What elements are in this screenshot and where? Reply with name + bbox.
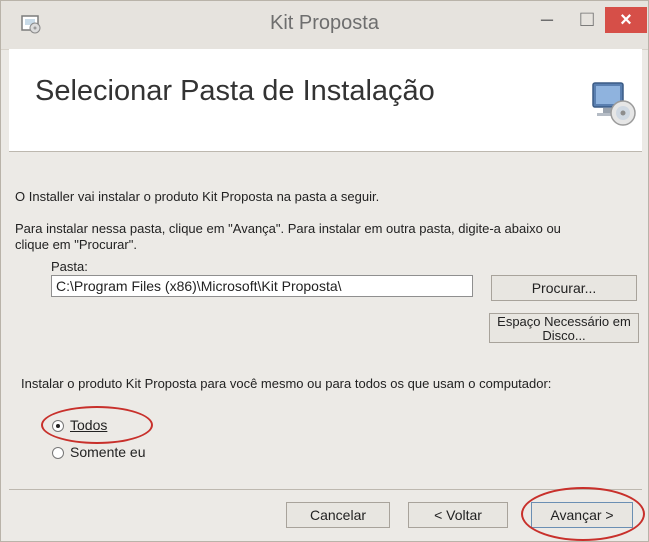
close-button[interactable]: ×	[605, 7, 647, 33]
header-panel: Selecionar Pasta de Instalação	[9, 49, 642, 151]
installer-window: Kit Proposta – □ × Selecionar Pasta de I…	[0, 0, 649, 542]
header-separator	[9, 151, 642, 152]
installer-computer-cd-icon	[592, 82, 636, 126]
back-button[interactable]: < Voltar	[408, 502, 508, 528]
install-for-text: Instalar o produto Kit Proposta para voc…	[21, 376, 552, 391]
disk-space-label-line-1: Espaço Necessário em	[497, 314, 631, 329]
page-title: Selecionar Pasta de Instalação	[35, 75, 435, 107]
footer-separator	[9, 489, 642, 490]
intro-text: O Installer vai instalar o produto Kit P…	[15, 189, 380, 204]
disk-space-label-line-2: Disco...	[542, 328, 586, 343]
radio-somente-eu[interactable]	[52, 447, 64, 459]
maximize-button[interactable]: □	[568, 7, 606, 33]
folder-path-input[interactable]	[51, 275, 473, 297]
disk-space-button[interactable]: Espaço Necessário em Disco...	[489, 313, 639, 343]
browse-button[interactable]: Procurar...	[491, 275, 637, 301]
cancel-button[interactable]: Cancelar	[286, 502, 390, 528]
annotation-circle-todos	[41, 406, 153, 444]
instructions-line-1: Para instalar nessa pasta, clique em "Av…	[15, 221, 561, 236]
radio-somente-eu-label[interactable]: Somente eu	[70, 444, 146, 460]
minimize-button[interactable]: –	[528, 7, 566, 33]
instructions-line-2: clique em "Procurar".	[15, 237, 137, 252]
folder-label: Pasta:	[51, 259, 88, 274]
title-bar[interactable]: Kit Proposta – □ ×	[1, 1, 648, 50]
annotation-circle-next	[521, 487, 645, 541]
